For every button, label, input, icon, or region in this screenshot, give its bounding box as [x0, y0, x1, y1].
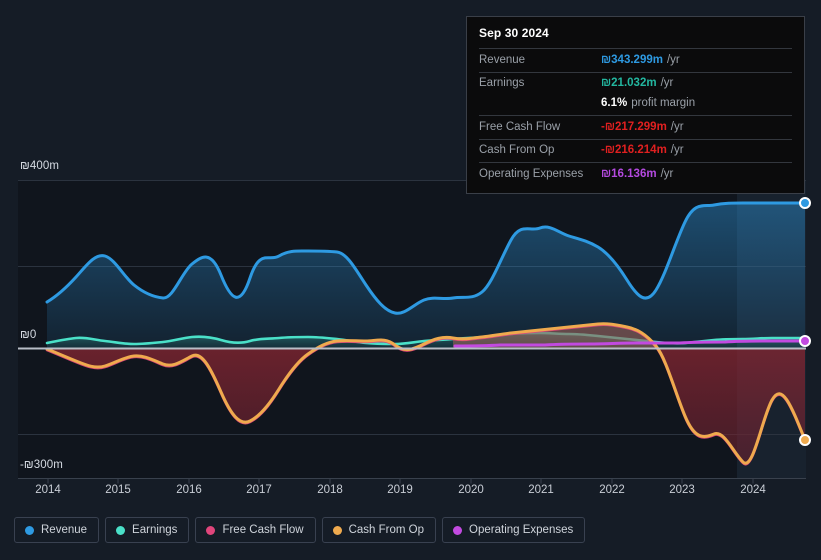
tooltip-label-free-cash-flow: Free Cash Flow [479, 120, 561, 133]
legend-dot-earnings-icon [116, 525, 126, 535]
legend-label-earnings: Earnings [132, 524, 178, 536]
x-tick-2016: 2016 [176, 484, 202, 496]
legend-label-cash-from-op: Cash From Op [348, 524, 425, 536]
operating-expenses-endpoint-marker [799, 335, 811, 347]
tooltip-label-operating-expenses: Operating Expenses [479, 167, 584, 180]
cash-from-op-endpoint-marker [799, 434, 811, 446]
legend-item-earnings[interactable]: Earnings [105, 517, 190, 543]
x-tick-2014: 2014 [35, 484, 61, 496]
x-tick-2015: 2015 [105, 484, 131, 496]
tooltip-row-operating-expenses: Operating Expenses ₪16.136m /yr [479, 162, 792, 186]
x-tick-2024: 2024 [740, 484, 766, 496]
legend-item-revenue[interactable]: Revenue [14, 517, 100, 543]
tooltip-row-free-cash-flow: Free Cash Flow -₪217.299m /yr [479, 115, 792, 139]
x-axis-ticks [47, 478, 754, 484]
legend-dot-cash-from-op-icon [332, 525, 342, 535]
tooltip-row-earnings: Earnings ₪21.032m /yr [479, 71, 792, 96]
x-tick-2017: 2017 [246, 484, 272, 496]
tooltip-value-cash-from-op: -₪216.214m [601, 144, 667, 157]
legend-label-revenue: Revenue [41, 524, 88, 536]
x-tick-2021: 2021 [528, 484, 554, 496]
data-tooltip: Sep 30 2024 Revenue ₪343.299m /yr Earnin… [466, 16, 805, 194]
tooltip-unit-cash-from-op: /yr [670, 144, 684, 157]
tooltip-value-profit-margin: 6.1% [601, 97, 628, 110]
x-tick-2018: 2018 [317, 484, 343, 496]
legend-item-operating-expenses[interactable]: Operating Expenses [442, 517, 586, 543]
x-axis: 2014 2015 2016 2017 2018 2019 2020 2021 … [0, 484, 821, 504]
tooltip-value-earnings: ₪21.032m [601, 77, 657, 90]
legend-dot-operating-expenses-icon [453, 525, 463, 535]
chart-legend: Revenue Earnings Free Cash Flow Cash Fro… [14, 517, 586, 543]
tooltip-label-earnings: Earnings [479, 77, 525, 90]
tooltip-value-revenue: ₪343.299m [601, 53, 663, 66]
x-tick-2023: 2023 [669, 484, 695, 496]
tooltip-value-free-cash-flow: -₪217.299m [601, 120, 667, 133]
tooltip-row-profit-margin: 6.1% profit margin [479, 95, 792, 115]
tooltip-unit-operating-expenses: /yr [660, 167, 674, 180]
tooltip-unit-free-cash-flow: /yr [670, 120, 684, 133]
tooltip-date: Sep 30 2024 [479, 26, 549, 40]
tooltip-row-revenue: Revenue ₪343.299m /yr [479, 48, 792, 72]
legend-label-free-cash-flow: Free Cash Flow [222, 524, 304, 536]
financial-chart: ₪400m ₪0 -₪300m 2014 2015 2016 2017 2018… [0, 0, 821, 560]
tooltip-row-cash-from-op: Cash From Op -₪216.214m /yr [479, 138, 792, 163]
legend-label-operating-expenses: Operating Expenses [469, 524, 574, 536]
tooltip-unit-revenue: /yr [666, 53, 680, 66]
x-tick-2019: 2019 [387, 484, 413, 496]
x-tick-2022: 2022 [599, 484, 625, 496]
legend-dot-free-cash-flow-icon [206, 525, 216, 535]
tooltip-value-operating-expenses: ₪16.136m [601, 167, 657, 180]
tooltip-unit-earnings: /yr [660, 77, 674, 90]
legend-item-free-cash-flow[interactable]: Free Cash Flow [195, 517, 316, 543]
legend-item-cash-from-op[interactable]: Cash From Op [321, 517, 437, 543]
legend-dot-revenue-icon [25, 525, 34, 535]
tooltip-text-profit-margin: profit margin [631, 97, 696, 110]
tooltip-label-revenue: Revenue [479, 53, 526, 66]
revenue-endpoint-marker [799, 197, 811, 209]
x-tick-2020: 2020 [458, 484, 484, 496]
tooltip-label-cash-from-op: Cash From Op [479, 144, 555, 157]
